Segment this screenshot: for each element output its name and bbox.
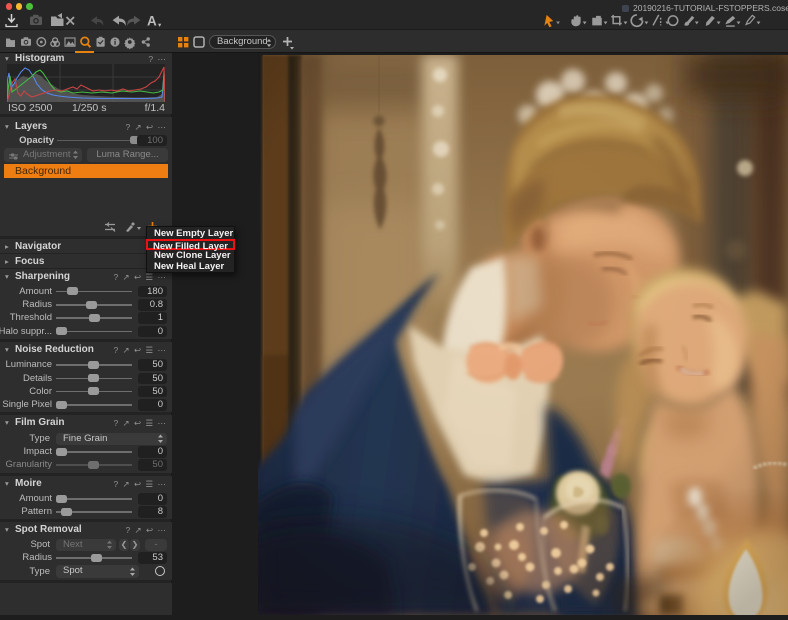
svg-text:A: A [147, 14, 157, 29]
svg-text:▾: ▾ [158, 22, 162, 29]
